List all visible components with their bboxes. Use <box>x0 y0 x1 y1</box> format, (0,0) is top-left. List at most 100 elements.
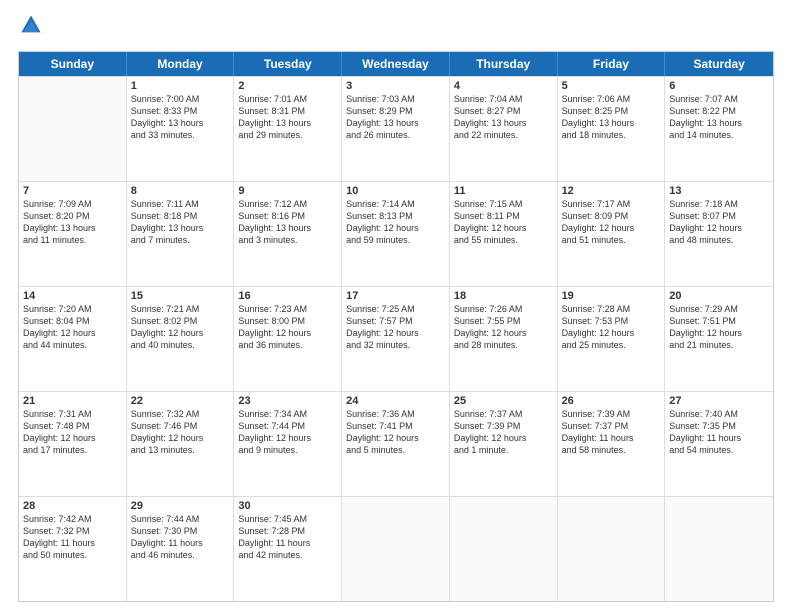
day-info-line: Daylight: 13 hours <box>669 117 769 129</box>
day-content: Sunrise: 7:34 AMSunset: 7:44 PMDaylight:… <box>238 408 337 457</box>
day-info-line: Daylight: 12 hours <box>131 432 230 444</box>
day-info-line: and 48 minutes. <box>669 234 769 246</box>
day-content: Sunrise: 7:32 AMSunset: 7:46 PMDaylight:… <box>131 408 230 457</box>
day-content: Sunrise: 7:37 AMSunset: 7:39 PMDaylight:… <box>454 408 553 457</box>
calendar-cell-3-3: 16Sunrise: 7:23 AMSunset: 8:00 PMDayligh… <box>234 287 342 391</box>
day-info-line: and 51 minutes. <box>562 234 661 246</box>
day-info-line: Daylight: 12 hours <box>346 222 445 234</box>
day-info-line: Sunset: 8:31 PM <box>238 105 337 117</box>
day-info-line: Daylight: 11 hours <box>669 432 769 444</box>
calendar-cell-1-2: 1Sunrise: 7:00 AMSunset: 8:33 PMDaylight… <box>127 77 235 181</box>
day-content: Sunrise: 7:25 AMSunset: 7:57 PMDaylight:… <box>346 303 445 352</box>
day-number: 23 <box>238 395 337 407</box>
weekday-header-thursday: Thursday <box>450 52 558 76</box>
logo <box>18 18 42 41</box>
day-info-line: and 29 minutes. <box>238 129 337 141</box>
day-number: 22 <box>131 395 230 407</box>
day-info-line: Sunrise: 7:06 AM <box>562 93 661 105</box>
day-info-line: and 11 minutes. <box>23 234 122 246</box>
day-info-line: Sunrise: 7:12 AM <box>238 198 337 210</box>
calendar-cell-4-3: 23Sunrise: 7:34 AMSunset: 7:44 PMDayligh… <box>234 392 342 496</box>
weekday-header-wednesday: Wednesday <box>342 52 450 76</box>
day-info-line: Sunset: 7:32 PM <box>23 525 122 537</box>
calendar-cell-4-7: 27Sunrise: 7:40 AMSunset: 7:35 PMDayligh… <box>665 392 773 496</box>
day-content: Sunrise: 7:23 AMSunset: 8:00 PMDaylight:… <box>238 303 337 352</box>
day-content: Sunrise: 7:28 AMSunset: 7:53 PMDaylight:… <box>562 303 661 352</box>
day-info-line: and 5 minutes. <box>346 444 445 456</box>
day-info-line: and 25 minutes. <box>562 339 661 351</box>
day-number: 24 <box>346 395 445 407</box>
day-info-line: Daylight: 13 hours <box>562 117 661 129</box>
day-info-line: Sunset: 8:20 PM <box>23 210 122 222</box>
day-info-line: Sunset: 8:25 PM <box>562 105 661 117</box>
calendar-cell-2-2: 8Sunrise: 7:11 AMSunset: 8:18 PMDaylight… <box>127 182 235 286</box>
day-info-line: Sunset: 7:41 PM <box>346 420 445 432</box>
day-info-line: Sunrise: 7:11 AM <box>131 198 230 210</box>
day-info-line: Sunset: 7:35 PM <box>669 420 769 432</box>
day-content: Sunrise: 7:36 AMSunset: 7:41 PMDaylight:… <box>346 408 445 457</box>
day-info-line: Sunrise: 7:36 AM <box>346 408 445 420</box>
calendar-cell-5-4 <box>342 497 450 601</box>
day-info-line: and 59 minutes. <box>346 234 445 246</box>
day-info-line: Sunrise: 7:44 AM <box>131 513 230 525</box>
day-info-line: Daylight: 12 hours <box>23 327 122 339</box>
day-info-line: and 55 minutes. <box>454 234 553 246</box>
weekday-header-sunday: Sunday <box>19 52 127 76</box>
calendar-week-4: 21Sunrise: 7:31 AMSunset: 7:48 PMDayligh… <box>19 391 773 496</box>
day-info-line: Sunrise: 7:25 AM <box>346 303 445 315</box>
day-info-line: Sunrise: 7:42 AM <box>23 513 122 525</box>
day-number: 16 <box>238 290 337 302</box>
day-info-line: Daylight: 13 hours <box>454 117 553 129</box>
day-number: 29 <box>131 500 230 512</box>
day-content: Sunrise: 7:01 AMSunset: 8:31 PMDaylight:… <box>238 93 337 142</box>
day-info-line: Sunrise: 7:15 AM <box>454 198 553 210</box>
day-number: 17 <box>346 290 445 302</box>
day-info-line: Sunset: 8:04 PM <box>23 315 122 327</box>
day-info-line: Daylight: 13 hours <box>131 222 230 234</box>
day-info-line: Sunrise: 7:00 AM <box>131 93 230 105</box>
day-number: 7 <box>23 185 122 197</box>
day-info-line: Sunset: 8:00 PM <box>238 315 337 327</box>
day-info-line: Daylight: 12 hours <box>454 222 553 234</box>
day-info-line: Sunrise: 7:37 AM <box>454 408 553 420</box>
day-info-line: and 36 minutes. <box>238 339 337 351</box>
day-info-line: Sunrise: 7:39 AM <box>562 408 661 420</box>
day-number: 9 <box>238 185 337 197</box>
calendar-cell-4-5: 25Sunrise: 7:37 AMSunset: 7:39 PMDayligh… <box>450 392 558 496</box>
day-info-line: Sunset: 7:46 PM <box>131 420 230 432</box>
logo-icon <box>20 14 42 36</box>
calendar-cell-1-1 <box>19 77 127 181</box>
day-info-line: Daylight: 13 hours <box>131 117 230 129</box>
day-number: 12 <box>562 185 661 197</box>
day-info-line: Sunset: 8:11 PM <box>454 210 553 222</box>
day-info-line: and 3 minutes. <box>238 234 337 246</box>
calendar-cell-1-7: 6Sunrise: 7:07 AMSunset: 8:22 PMDaylight… <box>665 77 773 181</box>
calendar-cell-4-4: 24Sunrise: 7:36 AMSunset: 7:41 PMDayligh… <box>342 392 450 496</box>
day-info-line: and 28 minutes. <box>454 339 553 351</box>
day-number: 10 <box>346 185 445 197</box>
day-info-line: Sunrise: 7:34 AM <box>238 408 337 420</box>
day-info-line: Sunset: 8:27 PM <box>454 105 553 117</box>
day-info-line: Daylight: 12 hours <box>238 327 337 339</box>
calendar-cell-5-1: 28Sunrise: 7:42 AMSunset: 7:32 PMDayligh… <box>19 497 127 601</box>
day-info-line: Daylight: 12 hours <box>562 222 661 234</box>
day-number: 26 <box>562 395 661 407</box>
day-info-line: Sunrise: 7:29 AM <box>669 303 769 315</box>
day-info-line: Sunset: 8:18 PM <box>131 210 230 222</box>
weekday-header-monday: Monday <box>127 52 235 76</box>
day-number: 6 <box>669 80 769 92</box>
day-info-line: Sunset: 8:16 PM <box>238 210 337 222</box>
day-info-line: Daylight: 11 hours <box>562 432 661 444</box>
day-info-line: Sunrise: 7:14 AM <box>346 198 445 210</box>
day-content: Sunrise: 7:45 AMSunset: 7:28 PMDaylight:… <box>238 513 337 562</box>
calendar-cell-1-5: 4Sunrise: 7:04 AMSunset: 8:27 PMDaylight… <box>450 77 558 181</box>
weekday-header-friday: Friday <box>558 52 666 76</box>
day-info-line: Sunset: 7:53 PM <box>562 315 661 327</box>
day-info-line: and 46 minutes. <box>131 549 230 561</box>
day-number: 13 <box>669 185 769 197</box>
day-info-line: and 22 minutes. <box>454 129 553 141</box>
calendar-cell-5-7 <box>665 497 773 601</box>
day-number: 30 <box>238 500 337 512</box>
day-info-line: Daylight: 13 hours <box>238 222 337 234</box>
day-content: Sunrise: 7:39 AMSunset: 7:37 PMDaylight:… <box>562 408 661 457</box>
